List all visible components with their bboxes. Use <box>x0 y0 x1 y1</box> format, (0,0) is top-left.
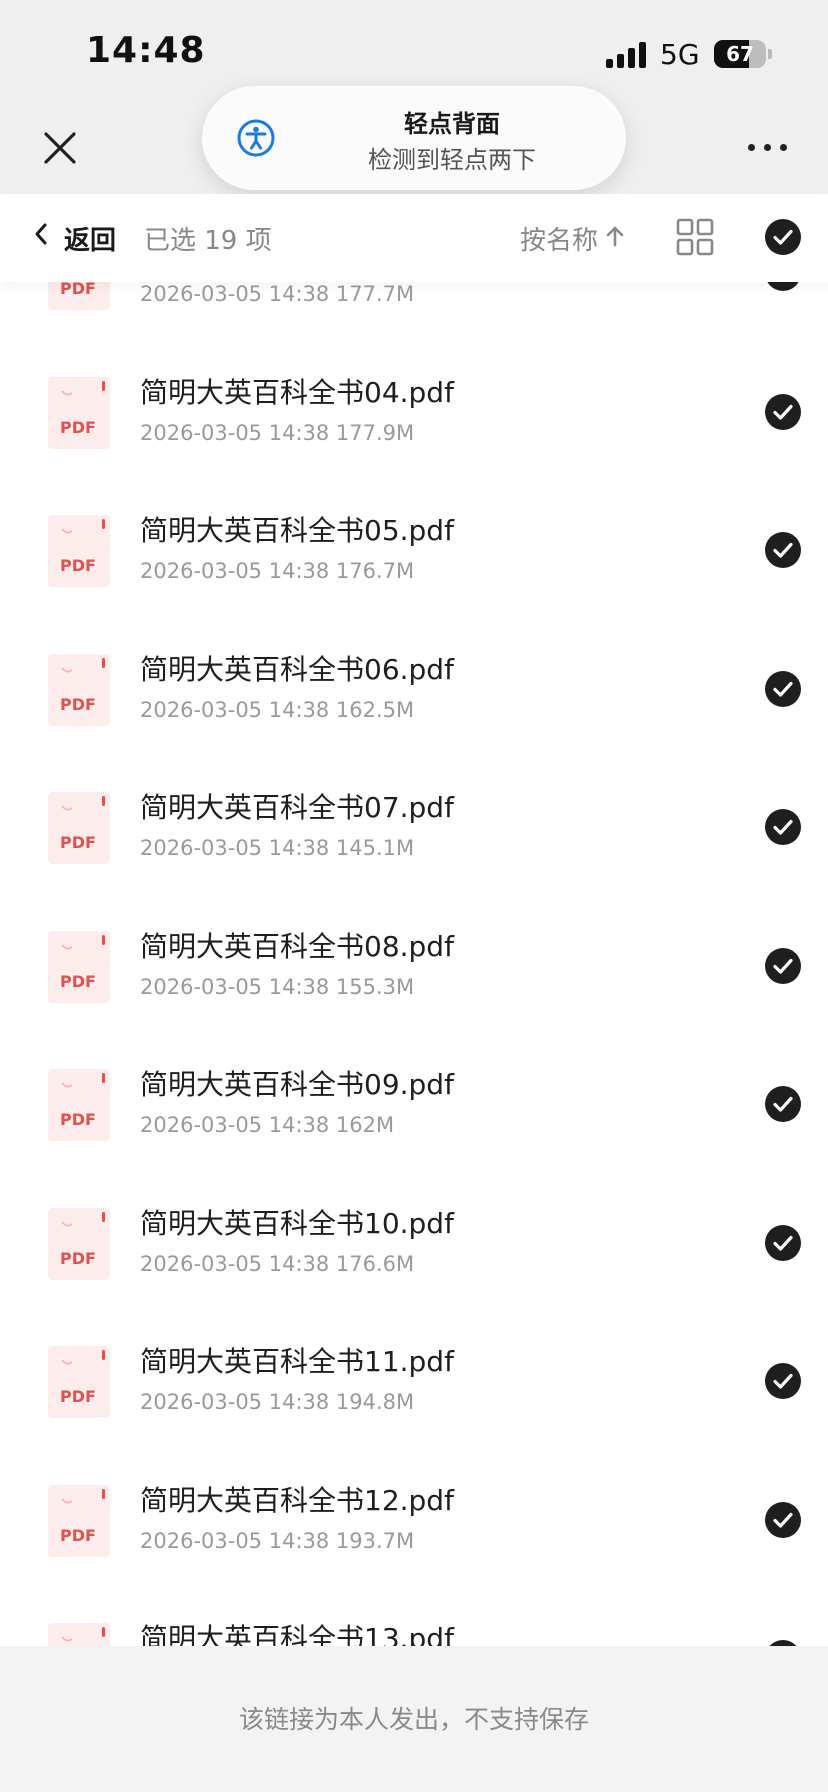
selected-check-icon[interactable] <box>764 947 802 985</box>
pdf-file-icon: PDF <box>48 1069 110 1141</box>
file-name: 简明大英百科全书06.pdf <box>140 652 454 686</box>
file-meta: 2026-03-05 14:38 145.1M <box>140 836 415 860</box>
battery-level: 67 <box>726 42 754 66</box>
file-row[interactable]: PDF 简明大英百科全书06.pdf 2026-03-05 14:38 162.5M <box>0 610 828 748</box>
pdf-file-icon: PDF <box>48 1346 110 1418</box>
file-meta: 2026-03-05 14:38 177.9M <box>140 420 415 445</box>
more-button[interactable] <box>748 134 790 160</box>
toast-title: 轻点背面 <box>404 110 500 138</box>
selected-check-icon[interactable] <box>764 531 802 569</box>
file-row[interactable]: PDF 简明大英百科全书13.pdf <box>0 1579 828 1646</box>
selected-count: 已选 19 项 <box>144 226 272 256</box>
file-row[interactable]: PDF 简明大英百科全书10.pdf 2026-03-05 14:38 176.6M <box>0 1164 828 1302</box>
arrow-up-icon[interactable] <box>604 224 626 248</box>
back-tap-toast: 轻点背面 检测到轻点两下 <box>202 86 626 190</box>
pdf-icon-label: PDF <box>60 695 96 714</box>
pdf-icon-label: PDF <box>60 833 96 852</box>
file-meta: 2026-03-05 14:38 176.7M <box>140 559 415 583</box>
file-row[interactable]: PDF 简明大英百科全书09.pdf 2026-03-05 14:38 162M <box>0 1025 828 1163</box>
file-meta: 2026-03-05 14:38 176.6M <box>140 1251 415 1276</box>
toast-subtitle: 检测到轻点两下 <box>368 146 536 174</box>
selected-check-icon[interactable] <box>764 808 802 846</box>
battery-icon: 67 <box>714 40 766 68</box>
file-row[interactable]: PDF 简明大英百科全书07.pdf 2026-03-05 14:38 145.1M <box>0 748 828 886</box>
file-row[interactable]: PDF 简明大英百科全书11.pdf 2026-03-05 14:38 194.8M <box>0 1302 828 1440</box>
selected-check-icon[interactable] <box>764 393 802 431</box>
selection-toolbar: 返回 已选 19 项 按名称 <box>0 194 828 282</box>
chevron-left-icon[interactable] <box>34 222 48 246</box>
selected-check-icon[interactable] <box>764 1224 802 1262</box>
file-name: 简明大英百科全书10.pdf <box>140 1206 454 1240</box>
selected-check-icon[interactable] <box>764 1085 802 1123</box>
file-row[interactable]: PDF 简明大英百科全书08.pdf 2026-03-05 14:38 155.3M <box>0 887 828 1025</box>
footer-notice: 该链接为本人发出，不支持保存 <box>238 1705 589 1734</box>
file-name: 简明大英百科全书13.pdf <box>140 1622 454 1646</box>
sort-by-name-button[interactable]: 按名称 <box>520 220 598 257</box>
select-all-check-icon[interactable] <box>764 218 802 256</box>
file-name: 简明大英百科全书05.pdf <box>140 514 454 547</box>
file-row[interactable]: PDF 简明大英百科全书12.pdf 2026-03-05 14:38 193.7M <box>0 1441 828 1579</box>
pdf-file-icon: PDF <box>48 1623 110 1646</box>
file-name: 简明大英百科全书07.pdf <box>140 791 454 824</box>
pdf-file-icon: PDF <box>48 653 110 726</box>
selected-check-icon[interactable] <box>764 670 802 708</box>
file-name: 简明大英百科全书08.pdf <box>140 929 454 963</box>
file-meta: 2026-03-05 14:38 155.3M <box>140 974 415 999</box>
status-time: 14:48 <box>86 30 206 71</box>
file-list: PDF简明大英百科全书03.pdf2026-03-05 14:38 177.7M… <box>0 250 828 1646</box>
close-button[interactable] <box>38 126 82 170</box>
file-row[interactable]: PDF 简明大英百科全书04.pdf 2026-03-05 14:38 177.9M <box>0 333 828 471</box>
file-meta: 2026-03-05 14:38 162M <box>140 1113 395 1137</box>
back-button[interactable]: 返回 <box>64 220 116 257</box>
pdf-icon-label: PDF <box>60 972 96 991</box>
file-meta: 2026-03-05 14:38 194.8M <box>140 1390 415 1414</box>
file-name: 简明大英百科全书12.pdf <box>140 1483 454 1517</box>
footer-bar: 该链接为本人发出，不支持保存 <box>0 1646 828 1792</box>
file-name: 简明大英百科全书11.pdf <box>140 1345 454 1378</box>
pdf-icon-label: PDF <box>60 1387 96 1406</box>
file-name: 简明大英百科全书04.pdf <box>140 375 454 409</box>
pdf-file-icon: PDF <box>48 1207 110 1280</box>
pdf-icon-label: PDF <box>60 556 96 575</box>
selected-check-icon[interactable] <box>764 1501 802 1539</box>
file-name: 简明大英百科全书09.pdf <box>140 1068 454 1101</box>
selected-check-icon[interactable] <box>764 1639 802 1646</box>
grid-view-icon[interactable] <box>676 218 714 256</box>
file-meta: 2026-03-05 14:38 162.5M <box>140 697 415 722</box>
pdf-file-icon: PDF <box>48 930 110 1003</box>
pdf-icon-label: PDF <box>60 418 96 437</box>
network-type: 5G <box>660 38 700 71</box>
file-row[interactable]: PDF 简明大英百科全书05.pdf 2026-03-05 14:38 176.7M <box>0 471 828 609</box>
accessibility-icon <box>237 119 275 157</box>
close-icon <box>44 132 76 164</box>
pdf-file-icon: PDF <box>48 376 110 449</box>
pdf-icon-label: PDF <box>60 1110 96 1129</box>
pdf-icon-label: PDF <box>60 1249 96 1268</box>
cellular-signal-icon <box>606 42 648 68</box>
battery-nub <box>768 49 772 59</box>
file-meta: 2026-03-05 14:38 177.7M <box>140 282 415 306</box>
file-meta: 2026-03-05 14:38 193.7M <box>140 1528 415 1553</box>
pdf-file-icon: PDF <box>48 515 110 587</box>
selected-check-icon[interactable] <box>764 1362 802 1400</box>
pdf-file-icon: PDF <box>48 792 110 864</box>
pdf-icon-label: PDF <box>60 1526 96 1545</box>
pdf-file-icon: PDF <box>48 1484 110 1557</box>
